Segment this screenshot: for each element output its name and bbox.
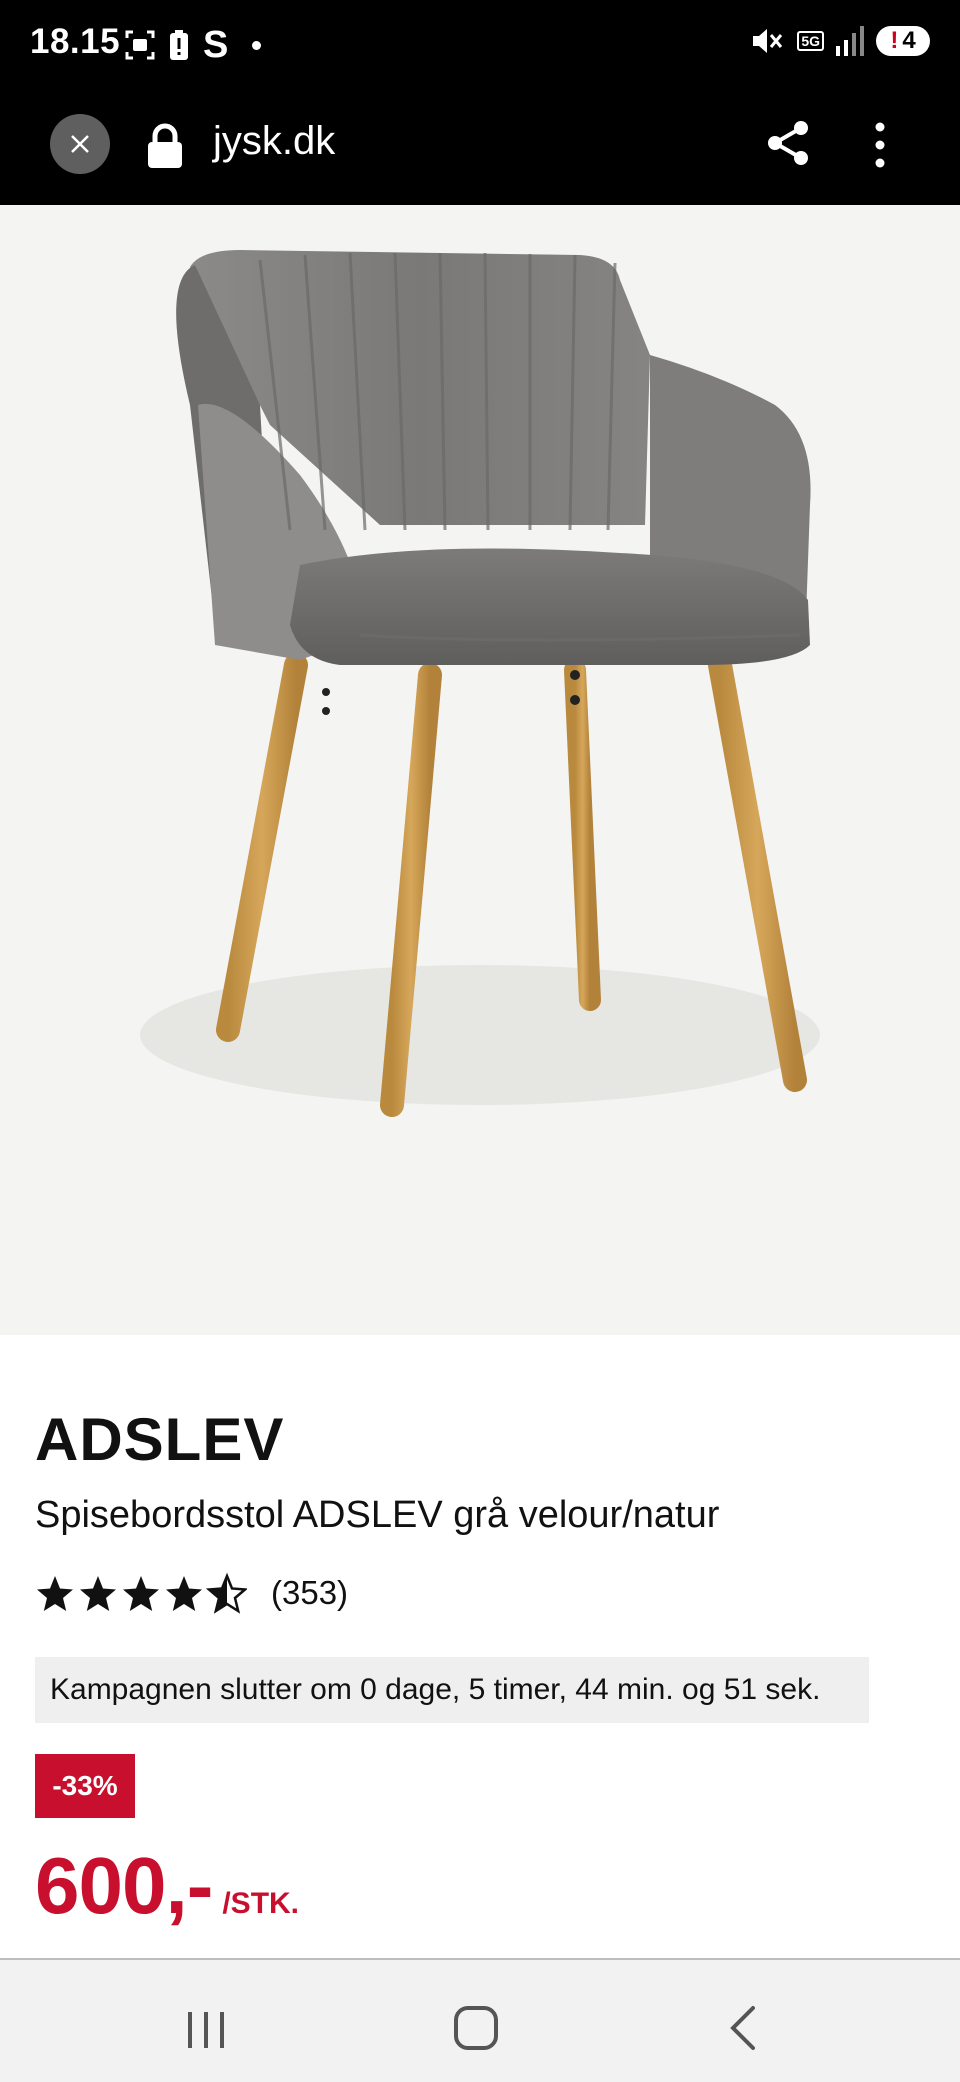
browser-toolbar: jysk.dk (0, 90, 960, 205)
product-image-gallery[interactable] (0, 205, 960, 1335)
system-nav-bar (0, 1958, 960, 2082)
status-left-icons: S (125, 24, 262, 66)
price-value: 600,- (35, 1841, 213, 1930)
s-app-icon: S (203, 24, 229, 66)
battery-alert-icon (170, 30, 188, 60)
share-icon[interactable] (766, 120, 810, 166)
status-time: 18.15 (30, 22, 121, 61)
signal-icon (836, 26, 864, 56)
close-tab-button[interactable] (50, 114, 110, 174)
url-text[interactable]: jysk.dk (213, 119, 335, 164)
notification-dot-icon (252, 40, 262, 50)
price-unit: /STK. (222, 1887, 300, 1920)
back-icon[interactable] (728, 2005, 758, 2051)
network-5g-icon: 5G (797, 31, 824, 51)
review-count[interactable]: (353) (271, 1574, 348, 1612)
rating-row[interactable]: (353) (35, 1572, 348, 1614)
product-image (140, 250, 820, 1117)
price: 600,- /STK. (35, 1840, 299, 1932)
product-title: Spisebordsstol ADSLEV grå velour/natur (35, 1494, 720, 1536)
star-rating-icon (37, 1574, 247, 1613)
status-right-icons: 5G ! 4 (751, 26, 930, 56)
discount-badge: -33% (35, 1754, 135, 1818)
status-bar: 18.15 S 5G ! 4 (0, 0, 960, 90)
lock-icon[interactable] (145, 123, 185, 169)
close-icon (71, 135, 89, 153)
home-icon[interactable] (453, 2005, 499, 2051)
product-brand: ADSLEV (35, 1406, 285, 1473)
mute-icon (753, 29, 783, 53)
screenshot-icon (125, 30, 155, 60)
battery-alert-icon: ! (890, 27, 899, 54)
more-options-icon[interactable] (873, 122, 887, 168)
recent-apps-icon[interactable] (186, 2010, 226, 2050)
notification-count: 4 (902, 27, 916, 54)
campaign-countdown: Kampagnen slutter om 0 dage, 5 timer, 44… (35, 1657, 869, 1723)
battery-indicator: ! 4 (876, 26, 930, 56)
